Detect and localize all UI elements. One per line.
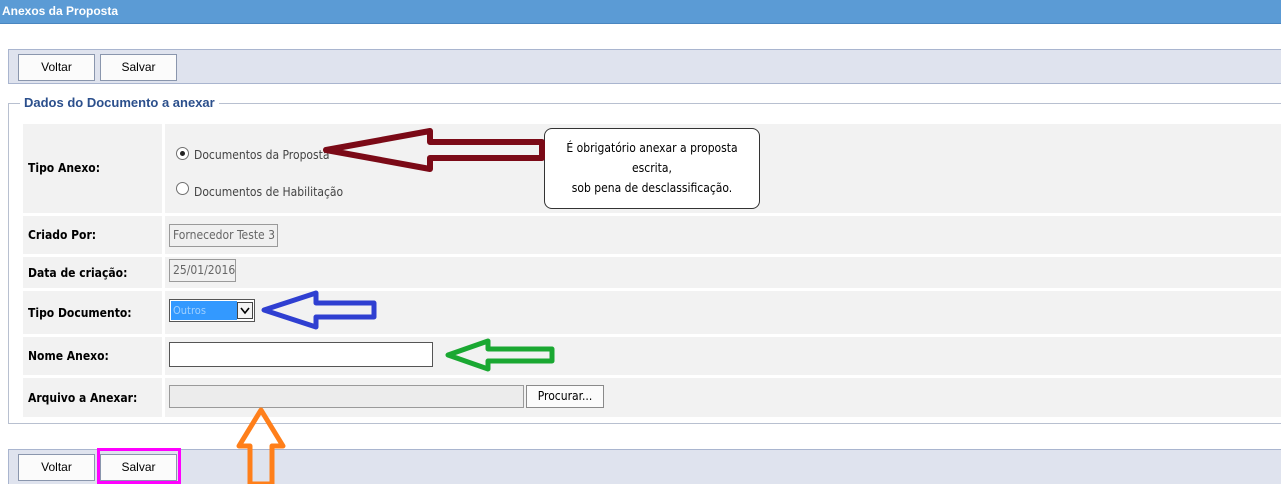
procurar-button[interactable]: Procurar... [526,385,604,408]
tipo-documento-label: Tipo Documento: [28,306,132,320]
tipo-documento-select[interactable]: Outros [169,299,255,322]
criado-por-field: Fornecedor Teste 3 [169,224,278,247]
criado-por-label: Criado Por: [28,228,97,242]
data-criacao-field: 25/01/2016 [169,259,236,282]
chevron-down-icon[interactable] [237,302,253,319]
criado-por-label-cell: Criado Por: [23,216,162,254]
dark-red-arrow-icon [323,128,545,172]
radio-documentos-proposta[interactable] [176,147,189,160]
radio-documentos-proposta-label[interactable]: Documentos da Proposta [194,148,330,162]
radio-documentos-habilitacao-label[interactable]: Documentos de Habilitação [194,185,343,199]
arquivo-label-cell: Arquivo a Anexar: [23,378,162,417]
toolbar-bottom: Voltar Salvar [8,449,1281,484]
row-criado-por: Criado Por: Fornecedor Teste 3 [23,216,1281,254]
window-title: Anexos da Proposta [2,4,119,18]
row-arquivo: Arquivo a Anexar: Procurar... [23,378,1281,417]
row-data-criacao: Data de criação: 25/01/2016 [23,257,1281,288]
tipo-anexo-label: Tipo Anexo: [28,161,101,175]
window-titlebar: Anexos da Proposta [0,0,1281,24]
salvar-button[interactable]: Salvar [100,54,177,81]
green-arrow-icon [445,338,555,372]
fieldset-legend: Dados do Documento a anexar [20,95,219,110]
data-criacao-label: Data de criação: [28,266,128,280]
tooltip-line-1: É obrigatório anexar a proposta escrita, [566,141,738,175]
arquivo-value-cell: Procurar... [165,378,1281,417]
tipo-documento-label-cell: Tipo Documento: [23,291,162,334]
arquivo-file-field[interactable] [169,385,524,408]
data-criacao-label-cell: Data de criação: [23,257,162,288]
orange-arrow-icon [236,407,286,484]
nome-anexo-label: Nome Anexo: [28,349,109,363]
toolbar-top: Voltar Salvar [8,49,1281,84]
salvar-highlight-box [97,448,181,484]
tipo-anexo-label-cell: Tipo Anexo: [23,124,162,213]
tipo-documento-selected: Outros [171,301,237,320]
nome-anexo-value-cell [165,337,1281,375]
radio-documentos-habilitacao[interactable] [176,182,189,195]
data-criacao-value-cell: 25/01/2016 [165,257,1281,288]
voltar-button[interactable]: Voltar [18,54,95,81]
nome-anexo-label-cell: Nome Anexo: [23,337,162,375]
blue-arrow-icon [261,290,377,330]
row-tipo-documento: Tipo Documento: Outros [23,291,1281,334]
criado-por-value-cell: Fornecedor Teste 3 [165,216,1281,254]
row-nome-anexo: Nome Anexo: [23,337,1281,375]
tooltip-line-2: sob pena de desclassificação. [571,181,733,195]
nome-anexo-input[interactable] [169,342,433,367]
voltar-button-bottom[interactable]: Voltar [18,454,95,481]
arquivo-label: Arquivo a Anexar: [28,391,138,405]
obligation-tooltip: É obrigatório anexar a proposta escrita,… [544,128,760,209]
